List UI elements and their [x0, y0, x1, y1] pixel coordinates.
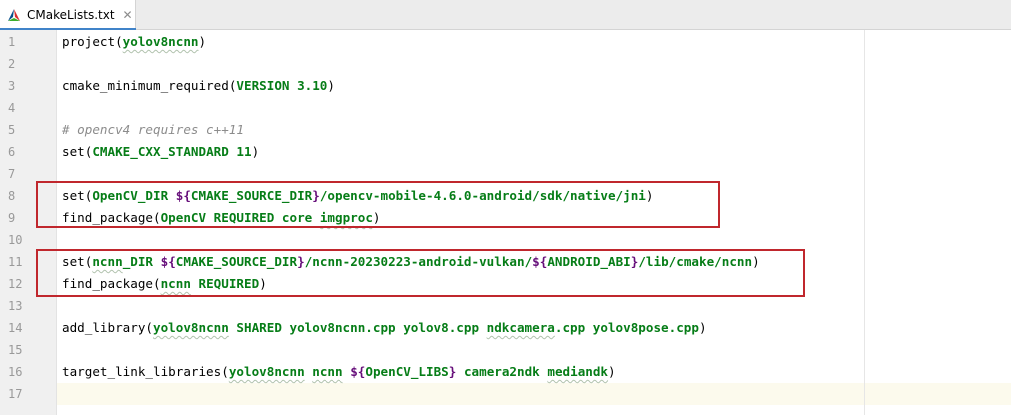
- line-number: 4: [8, 101, 16, 115]
- line-number: 5: [8, 123, 16, 137]
- code-line[interactable]: 5 # opencv4 requires c++11: [0, 119, 1011, 141]
- line-number: 17: [8, 387, 23, 401]
- code-token: ${: [350, 364, 366, 379]
- code-token: ): [698, 320, 707, 335]
- code-editor[interactable]: 1 project(yolov8ncnn) 2 3 cmake_minimum_requ…: [0, 30, 1011, 415]
- code-line[interactable]: 17: [0, 383, 1011, 405]
- code-line[interactable]: 14 add_library(yolov8ncnn SHARED yolov8nc…: [0, 317, 1011, 339]
- code-token: yolov8ncnn: [153, 320, 229, 335]
- cmake-logo-icon: [8, 9, 20, 21]
- line-number: 1: [8, 35, 16, 49]
- code-line[interactable]: 4: [0, 97, 1011, 119]
- code-line[interactable]: 6 set(CMAKE_CXX_STANDARD 11): [0, 141, 1011, 163]
- code-text: add_library(yolov8ncnn SHARED yolov8ncnn…: [62, 317, 707, 339]
- code-token: (: [145, 320, 153, 335]
- code-token: ndkcamera: [486, 320, 555, 335]
- code-token: ): [198, 34, 207, 49]
- code-token: .cpp yolov8pose.cpp: [554, 320, 699, 335]
- code-text: project(yolov8ncnn): [62, 31, 206, 53]
- code-token: add_library: [62, 320, 146, 335]
- code-text: cmake_minimum_required(VERSION 3.10): [62, 75, 335, 97]
- close-icon[interactable]: ✕: [123, 9, 133, 21]
- line-number: 16: [8, 365, 23, 379]
- line-number: 13: [8, 299, 23, 313]
- highlight-box-ncnn: [36, 249, 805, 297]
- tab-label: CMakeLists.txt: [27, 8, 115, 22]
- code-token: camera2ndk: [456, 364, 548, 379]
- code-text: target_link_libraries(yolov8ncnn ncnn ${…: [62, 361, 616, 383]
- line-number: 12: [8, 277, 23, 291]
- line-number: 14: [8, 321, 23, 335]
- tab-cmakelists[interactable]: CMakeLists.txt ✕: [0, 0, 136, 31]
- line-number: 3: [8, 79, 16, 93]
- code-token: (: [115, 34, 123, 49]
- code-token: cmake_minimum_required: [62, 78, 229, 93]
- code-token: # opencv4 requires c++11: [62, 122, 244, 137]
- code-text: set(CMAKE_CXX_STANDARD 11): [62, 141, 259, 163]
- code-line[interactable]: 13: [0, 295, 1011, 317]
- code-token: mediandk: [547, 364, 609, 379]
- line-number: 10: [8, 233, 23, 247]
- code-token: (: [221, 364, 229, 379]
- code-line[interactable]: 16 target_link_libraries(yolov8ncnn ncnn …: [0, 361, 1011, 383]
- code-token: yolov8ncnn: [228, 364, 305, 379]
- code-token: target_link_libraries: [62, 364, 222, 379]
- code-line[interactable]: 3 cmake_minimum_required(VERSION 3.10): [0, 75, 1011, 97]
- code-token: project: [62, 34, 116, 49]
- line-number: 2: [8, 57, 16, 71]
- code-token: ): [251, 144, 260, 159]
- code-line[interactable]: 10: [0, 229, 1011, 251]
- code-token: set: [62, 144, 85, 159]
- line-number: 8: [8, 189, 16, 203]
- code-line[interactable]: 1 project(yolov8ncnn): [0, 31, 1011, 53]
- line-number: 7: [8, 167, 16, 181]
- code-token: ): [608, 364, 616, 379]
- line-number: 11: [8, 255, 23, 269]
- code-token: ): [327, 78, 335, 93]
- code-line[interactable]: 2: [0, 53, 1011, 75]
- code-token: ncnn: [312, 364, 343, 379]
- line-number: 6: [8, 145, 16, 159]
- code-text: # opencv4 requires c++11: [62, 119, 244, 141]
- code-token: OpenCV_LIBS: [365, 364, 449, 379]
- line-number: 9: [8, 211, 16, 225]
- code-token: SHARED yolov8ncnn.cpp yolov8.cpp: [228, 320, 487, 335]
- code-token: yolov8ncnn: [122, 34, 199, 49]
- code-token: VERSION 3.10: [236, 78, 328, 93]
- line-number: 15: [8, 343, 23, 357]
- editor-tab-bar: CMakeLists.txt ✕: [0, 0, 1011, 31]
- code-line[interactable]: 15: [0, 339, 1011, 361]
- highlight-box-opencv: [36, 181, 720, 228]
- code-token: CMAKE_CXX_STANDARD 11: [92, 144, 252, 159]
